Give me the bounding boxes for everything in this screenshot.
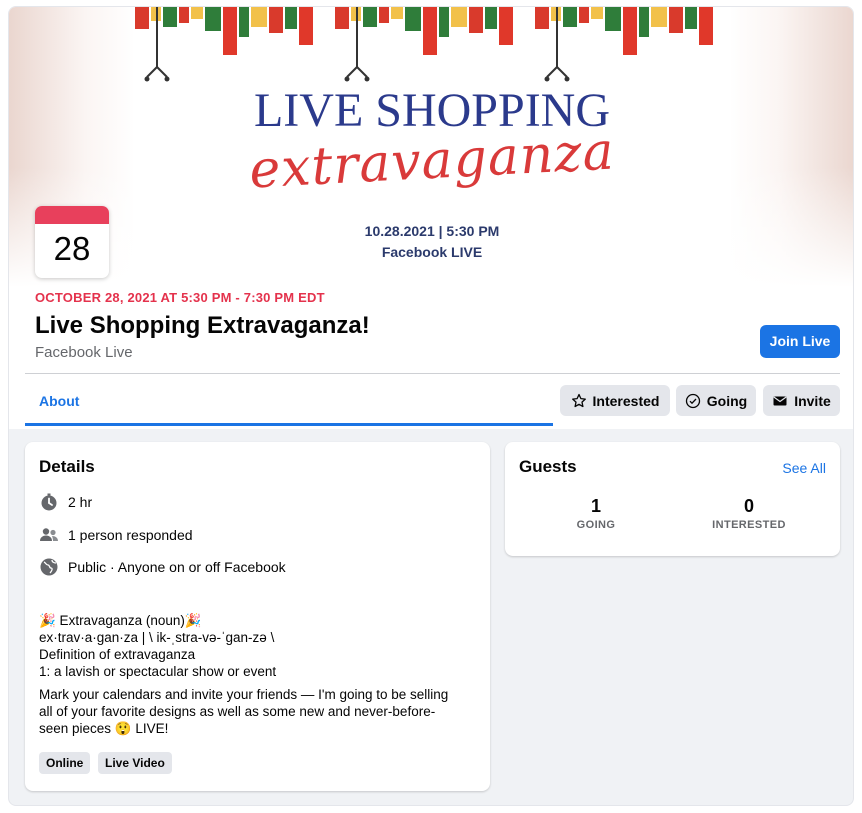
duration-text: 2 hr xyxy=(68,494,93,510)
cover-location: Facebook LIVE xyxy=(381,244,483,260)
going-label: Going xyxy=(706,392,748,409)
privacy-text: Public · Anyone on or off Facebook xyxy=(68,559,286,575)
tab-about-label: About xyxy=(39,393,80,409)
event-header: LIVE SHOPPING extravaganza 10.28.2021 | … xyxy=(9,7,853,429)
star-icon xyxy=(571,393,586,407)
duration-row: 2 hr xyxy=(39,492,92,512)
people-icon xyxy=(40,528,58,541)
event-host[interactable]: Facebook Live xyxy=(35,344,133,361)
privacy-row: Public · Anyone on or off Facebook xyxy=(39,557,286,577)
stopwatch-icon xyxy=(41,493,57,511)
join-live-button[interactable]: Join Live xyxy=(760,325,840,358)
details-card: Details 2 hr 1 person responded Public ·… xyxy=(25,442,490,791)
guests-card: Guests See All 1 GOING 0 INTERESTED xyxy=(505,442,840,556)
event-page: LIVE SHOPPING extravaganza 10.28.2021 | … xyxy=(8,6,854,806)
guests-heading: Guests xyxy=(519,457,577,476)
description-line: Definition of extravaganza xyxy=(39,647,196,662)
interested-label: INTERESTED xyxy=(712,519,786,531)
description-line: 1: a lavish or spectacular show or event xyxy=(39,664,277,679)
responses-text: 1 person responded xyxy=(68,527,193,543)
cover-date: 10.28.2021 | 5:30 PM xyxy=(364,223,500,239)
interested-count: 0 xyxy=(743,496,754,516)
event-title: Live Shopping Extravaganza! xyxy=(35,312,370,339)
clothing-rack-illustration xyxy=(135,7,714,83)
active-tab-indicator xyxy=(25,423,553,426)
going-count: 1 xyxy=(590,496,601,516)
details-heading: Details xyxy=(39,457,95,476)
interested-stat[interactable]: 0 INTERESTED xyxy=(674,496,824,531)
envelope-icon xyxy=(773,396,787,405)
invite-label: Invite xyxy=(794,392,831,409)
interested-label: Interested xyxy=(592,392,660,409)
description-paragraph-line: seen pieces 😲 LIVE! xyxy=(39,721,169,736)
description-line: 🎉 Extravaganza (noun)🎉 xyxy=(39,613,202,628)
going-stat[interactable]: 1 GOING xyxy=(521,496,671,531)
check-circle-icon xyxy=(685,393,700,408)
responses-row: 1 person responded xyxy=(39,525,193,545)
invite-button[interactable]: Invite xyxy=(763,385,840,416)
interested-button[interactable]: Interested xyxy=(560,385,670,416)
calendar-header xyxy=(35,206,109,224)
cover-photo[interactable]: LIVE SHOPPING extravaganza 10.28.2021 | … xyxy=(133,7,731,277)
calendar-day: 28 xyxy=(53,230,91,267)
globe-icon xyxy=(40,558,58,576)
tab-about[interactable]: About xyxy=(25,381,553,429)
see-all-link[interactable]: See All xyxy=(782,460,826,476)
going-label: GOING xyxy=(576,519,616,531)
tag-online[interactable]: Online xyxy=(39,752,91,774)
description-line: ex·trav·a·gan·za | \ ik-ˌstra-və-ˈgan-zə… xyxy=(39,630,275,645)
description-paragraph-line: Mark your calendars and invite your frie… xyxy=(39,687,449,702)
divider xyxy=(25,373,840,374)
going-button[interactable]: Going xyxy=(676,385,756,416)
tag-live-video[interactable]: Live Video xyxy=(98,752,172,774)
calendar-badge: 28 xyxy=(35,206,109,278)
description-paragraph-line: all of your favorite designs as well as … xyxy=(39,704,436,719)
event-date-time: OCTOBER 28, 2021 AT 5:30 PM - 7:30 PM ED… xyxy=(35,290,325,305)
